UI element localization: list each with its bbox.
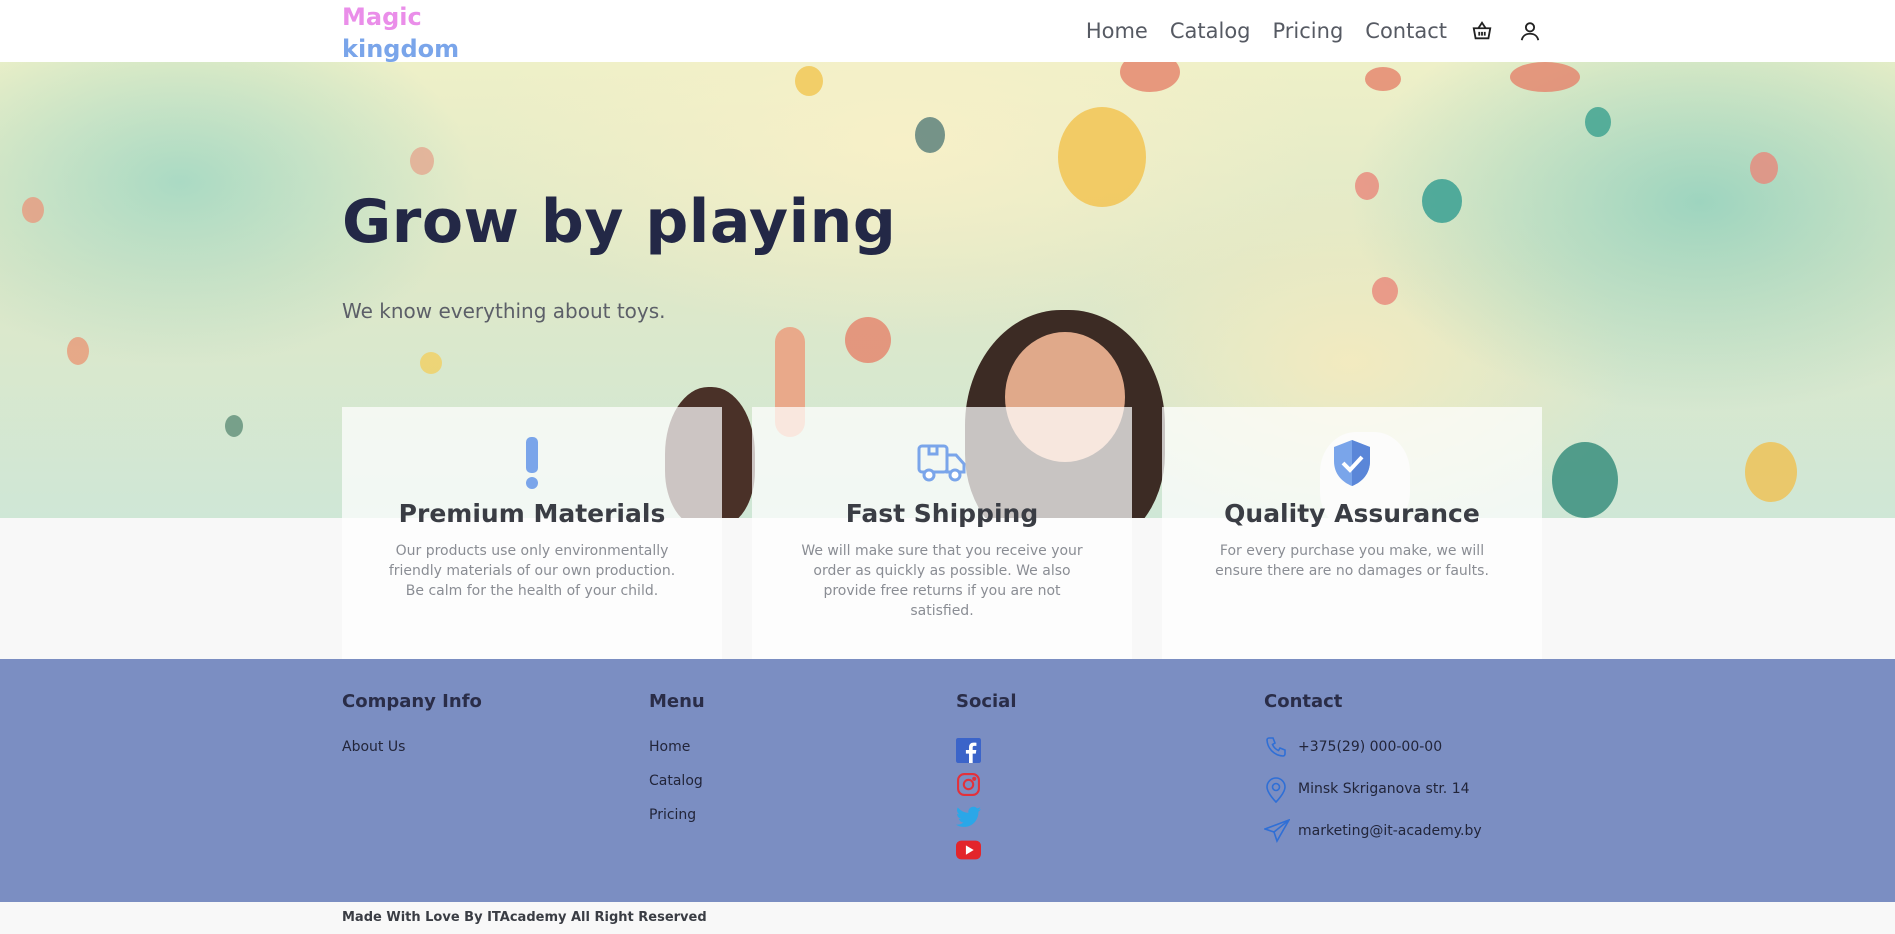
balloon-decoration — [22, 197, 44, 223]
user-icon[interactable] — [1517, 18, 1543, 44]
footer-social-column: Social — [956, 691, 1017, 874]
balloon-decoration — [225, 415, 243, 437]
footer-link-catalog[interactable]: Catalog — [649, 772, 705, 806]
facebook-icon[interactable] — [956, 738, 982, 772]
contact-email[interactable]: marketing@it-academy.by — [1298, 823, 1482, 839]
balloon-decoration — [1510, 62, 1580, 92]
footer-link-about-us[interactable]: About Us — [342, 738, 482, 772]
balloon-decoration — [1750, 152, 1778, 184]
balloon-decoration — [845, 317, 891, 363]
logo-line-2: kingdom — [342, 35, 460, 63]
site-header: Magic kingdom Home Catalog Pricing Conta… — [0, 0, 1895, 65]
balloon-decoration — [410, 147, 434, 175]
balloon-decoration — [420, 352, 442, 374]
feature-title: Quality Assurance — [1224, 499, 1480, 528]
footer-heading: Company Info — [342, 691, 482, 712]
logo[interactable]: Magic kingdom — [342, 1, 459, 65]
contact-address-row: Minsk Skriganova str. 14 — [1264, 768, 1482, 810]
footer-heading: Social — [956, 691, 1017, 712]
balloon-decoration — [795, 66, 823, 96]
balloon-decoration — [1058, 107, 1146, 207]
balloon-decoration — [1372, 277, 1398, 305]
feature-card-shipping: Fast Shipping We will make sure that you… — [752, 407, 1132, 659]
feature-card-materials: Premium Materials Our products use only … — [342, 407, 722, 659]
contact-email-row: marketing@it-academy.by — [1264, 810, 1482, 852]
balloon-decoration — [1355, 172, 1379, 200]
hero-subtitle: We know everything about toys. — [342, 299, 666, 323]
balloon-decoration — [1552, 442, 1618, 518]
feature-text: We will make sure that you receive your … — [801, 543, 1083, 619]
feature-text: Our products use only environmentally fr… — [388, 543, 676, 599]
feature-title: Fast Shipping — [845, 499, 1039, 528]
nav-pricing[interactable]: Pricing — [1273, 14, 1344, 48]
twitter-icon[interactable] — [956, 806, 982, 840]
nav-home[interactable]: Home — [1086, 14, 1148, 48]
nav-catalog[interactable]: Catalog — [1170, 14, 1251, 48]
shield-check-icon — [1162, 437, 1542, 489]
exclamation-icon — [342, 437, 722, 489]
hero-title: Grow by playing — [342, 187, 897, 257]
contact-phone[interactable]: +375(29) 000-00-00 — [1298, 739, 1442, 755]
balloon-decoration — [1120, 62, 1180, 92]
footer-contact-column: Contact +375(29) 000-00-00 Minsk Skrigan… — [1264, 691, 1482, 852]
footer-heading: Contact — [1264, 691, 1343, 712]
nav-contact[interactable]: Contact — [1365, 14, 1447, 48]
instagram-icon[interactable] — [956, 772, 982, 806]
copyright-bar: Made With Love By ITAcademy All Right Re… — [0, 902, 1895, 934]
footer-link-home[interactable]: Home — [649, 738, 705, 772]
send-icon — [1264, 819, 1298, 843]
feature-title: Premium Materials — [398, 499, 666, 528]
footer-heading: Menu — [649, 691, 705, 712]
contact-phone-row: +375(29) 000-00-00 — [1264, 726, 1482, 768]
location-pin-icon — [1264, 775, 1298, 803]
site-footer: Company Info About Us Menu Home Catalog … — [0, 659, 1895, 902]
footer-menu-column: Menu Home Catalog Pricing — [649, 691, 705, 840]
basket-icon[interactable] — [1469, 18, 1495, 44]
balloon-decoration — [1745, 442, 1797, 502]
copyright-text: Made With Love By ITAcademy All Right Re… — [342, 910, 707, 925]
balloon-decoration — [1365, 67, 1401, 91]
contact-address: Minsk Skriganova str. 14 — [1298, 781, 1470, 797]
logo-line-1: Magic — [342, 3, 422, 31]
footer-link-pricing[interactable]: Pricing — [649, 806, 705, 840]
truck-icon — [752, 437, 1132, 489]
feature-card-quality: Quality Assurance For every purchase you… — [1162, 407, 1542, 659]
feature-cards: Premium Materials Our products use only … — [342, 407, 1542, 659]
main-nav: Home Catalog Pricing Contact — [1064, 14, 1543, 48]
balloon-decoration — [1422, 179, 1462, 223]
balloon-decoration — [67, 337, 89, 365]
youtube-icon[interactable] — [956, 840, 982, 874]
footer-company-column: Company Info About Us — [342, 691, 482, 772]
balloon-decoration — [1585, 107, 1611, 137]
phone-icon — [1264, 735, 1298, 759]
feature-text: For every purchase you make, we will ens… — [1215, 543, 1489, 579]
balloon-decoration — [915, 117, 945, 153]
